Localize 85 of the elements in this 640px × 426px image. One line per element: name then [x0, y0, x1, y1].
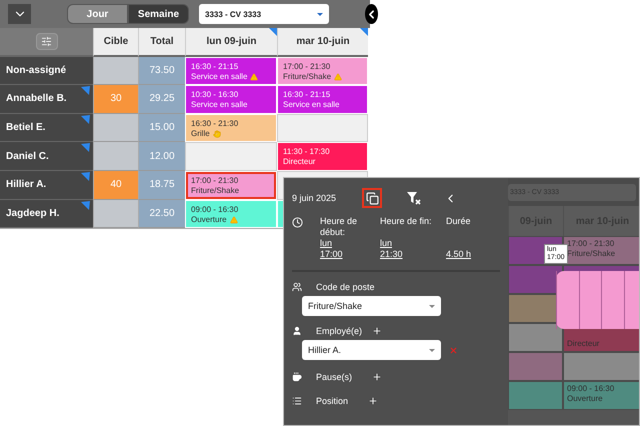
back-button[interactable] — [365, 4, 378, 24]
duration-link[interactable]: 4.50 h — [446, 249, 486, 260]
view-tab[interactable]: Semaine — [128, 4, 189, 24]
shift-role: Service en salle — [191, 100, 248, 110]
total-cell: 18.75 — [138, 170, 185, 200]
shift-block[interactable]: 16:30 - 21:30 Grille — [186, 114, 276, 142]
target-cell — [93, 56, 138, 86]
total-cell: 29.25 — [138, 85, 185, 114]
target-cell — [93, 142, 138, 171]
shift-role: Directeur — [283, 157, 316, 168]
shift-block[interactable]: 10:30 - 16:30 Service en salle — [186, 86, 276, 113]
start-time-link[interactable]: 17:00 — [320, 249, 372, 260]
cup-icon — [292, 372, 302, 382]
shift-block[interactable]: 16:30 - 21:15 Service en salle — [186, 58, 276, 84]
target-cell: 30 — [93, 85, 138, 114]
target-cell — [93, 200, 138, 228]
total-cell: 73.50 — [138, 56, 185, 86]
location-dropdown[interactable]: 3333 - CV 3333 — [199, 4, 329, 24]
clock-icon — [292, 217, 303, 228]
editor-date: 9 juin 2025 — [292, 193, 336, 203]
shift-block: 09:00 - 16:30 Ouverture — [563, 381, 639, 410]
start-label: Heure de début: — [320, 216, 358, 238]
person-icon — [292, 326, 302, 336]
breaks-label: Pause(s) — [316, 372, 352, 382]
position-code-dropdown[interactable]: Friture/Shake — [302, 296, 441, 316]
employee-name: Hillier A. — [0, 170, 93, 200]
employee-name: Annabelle B. — [0, 85, 93, 114]
position-label: Position — [316, 396, 348, 406]
target-cell: 40 — [93, 170, 138, 200]
total-cell: 15.00 — [138, 114, 185, 142]
employee-name: Daniel C. — [0, 142, 93, 171]
shift-block: 17:00 - 21:30 Friture/Shake — [563, 236, 639, 265]
shift-role: Grille — [191, 128, 210, 139]
duration-label: Durée — [446, 216, 472, 227]
corner-flag-icon — [81, 200, 90, 210]
end-day-link[interactable]: lun — [380, 238, 438, 249]
shift-time: 11:30 - 17:30 — [283, 147, 330, 158]
employee-name: Betiel E. — [0, 114, 93, 142]
list-icon — [292, 396, 302, 406]
copy-icon — [366, 192, 379, 204]
copy-button[interactable] — [362, 188, 382, 208]
employee-name: Non-assigné — [0, 56, 93, 86]
shift-time: 17:00 - 21:30 — [191, 176, 238, 186]
employee-name: Jagdeep H. — [0, 200, 93, 228]
shift-time: 10:30 - 16:30 — [191, 90, 238, 100]
shift-block[interactable]: 09:00 - 16:30 Ouverture — [186, 200, 276, 228]
corner-flag-icon — [81, 172, 90, 181]
target-cell — [93, 114, 138, 142]
add-icon[interactable] — [372, 326, 382, 336]
corner-flag-icon — [81, 143, 90, 152]
position-code-label: Code de poste — [316, 282, 375, 292]
shift-role: Friture/Shake — [191, 186, 240, 196]
column-header: mar 10-juin — [277, 28, 368, 57]
shift-block[interactable]: 17:00 - 21:30 Friture/Shake — [186, 172, 276, 199]
column-header: Total — [138, 28, 185, 57]
corner-flag-icon — [81, 114, 90, 124]
collapse-button[interactable] — [8, 4, 31, 24]
corner-flag-icon — [81, 86, 90, 96]
end-time-link[interactable]: 21:30 — [380, 249, 438, 260]
shift-role: Service en salle — [283, 100, 340, 110]
total-cell: 22.50 — [138, 200, 185, 228]
shift-role: Friture/Shake — [283, 72, 332, 82]
shift-block[interactable]: 17:00 - 21:30 Friture/Shake — [278, 58, 367, 84]
shift-time: 16:30 - 21:30 — [191, 118, 238, 129]
filter-clear-icon — [406, 191, 422, 205]
add-icon[interactable] — [368, 396, 378, 406]
settings-button[interactable] — [36, 32, 58, 50]
sliders-icon — [41, 36, 52, 47]
shift-time: 17:00 - 21:30 — [283, 62, 330, 72]
add-icon[interactable] — [372, 372, 382, 382]
column-header: lun 09-juin — [185, 28, 277, 57]
shift-role: Service en salle — [191, 72, 248, 82]
shift-role: Ouverture — [191, 214, 227, 225]
shift-block[interactable]: 11:30 - 17:30 Directeur — [278, 143, 367, 170]
shift-time: 09:00 - 16:30 — [191, 204, 238, 215]
shift-time: 16:30 - 21:15 — [191, 62, 238, 72]
shift-block[interactable]: 16:30 - 21:15 Service en salle — [278, 86, 367, 113]
employee-dropdown[interactable]: Hillier A. — [302, 340, 441, 360]
total-cell: 12.00 — [138, 142, 185, 171]
end-label: Heure de fin: — [380, 216, 433, 227]
people-icon — [292, 282, 302, 292]
shift-time: 16:30 - 21:15 — [283, 90, 330, 100]
employee-label: Employé(e) — [316, 326, 362, 336]
column-header: Cible — [93, 28, 138, 57]
start-day-link[interactable]: lun — [320, 238, 372, 249]
